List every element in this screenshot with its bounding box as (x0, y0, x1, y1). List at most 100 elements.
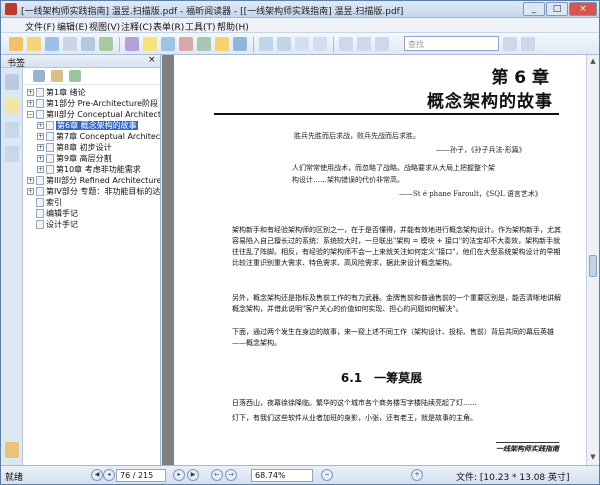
panel-close-icon[interactable]: × (148, 55, 156, 65)
menu-tools[interactable]: 工具(T) (185, 20, 216, 33)
bookmark-icon (46, 121, 54, 130)
scroll-thumb[interactable] (589, 255, 597, 277)
menu-form[interactable]: 表单(R) (153, 20, 184, 33)
note-icon[interactable] (215, 37, 229, 51)
bookmark-item[interactable]: + 第III部分 Refined Architecture (27, 175, 160, 186)
fit-width-icon[interactable] (313, 37, 327, 51)
zoom-in-status-icon[interactable]: + (411, 469, 423, 481)
delete-bookmark-icon[interactable] (33, 70, 45, 82)
section-heading: 6.1 一筹莫展 (340, 371, 423, 385)
bookmark-panel: 书签 × + 第1章 绪论 + 第1部分 Pre-Architecture阶段 − 第II… (1, 55, 161, 465)
minimize-button[interactable]: _ (523, 2, 545, 16)
bookmark-item[interactable]: + 第7章 Conceptual Architecture (37, 131, 160, 142)
hand-icon[interactable] (9, 37, 23, 51)
bookmark-label: 第1章 绪论 (46, 88, 86, 97)
expand-toggle-icon[interactable]: + (27, 177, 34, 184)
menu-comment[interactable]: 注释(C) (121, 20, 152, 33)
epigraph-2-line2: 构设计……架构错误的代价非常高。 (292, 176, 404, 184)
scroll-down-icon[interactable]: ▼ (587, 451, 599, 463)
zoom-in-icon[interactable] (259, 37, 273, 51)
zoom-out-status-icon[interactable]: − (321, 469, 333, 481)
bookmark-item[interactable]: 设计手记 (27, 219, 78, 230)
bookmark-item[interactable]: + 第10章 考虑非功能需求 (37, 164, 141, 175)
title-bar[interactable]: [一线架构师实践指南] 温昱.扫描版.pdf - 福昕阅读器 - [[一线架构师… (1, 1, 599, 18)
bookmark-icon (46, 143, 54, 152)
pen-icon[interactable] (125, 37, 139, 51)
fit-page-icon[interactable] (295, 37, 309, 51)
expand-toggle-icon[interactable]: + (37, 144, 44, 151)
prev-view-icon[interactable] (357, 37, 371, 51)
expand-toggle-icon[interactable]: + (27, 100, 34, 107)
bookmark-item[interactable]: 索引 (27, 197, 62, 208)
chapter-rule (214, 113, 559, 115)
image-icon[interactable] (99, 37, 113, 51)
pages-tab-icon[interactable] (5, 74, 19, 90)
prev-page-icon[interactable]: ◂ (103, 469, 115, 481)
highlight-icon[interactable] (143, 37, 157, 51)
open-icon[interactable] (27, 37, 41, 51)
scroll-up-icon[interactable]: ▲ (587, 55, 599, 67)
last-page-icon[interactable]: ▶ (187, 469, 199, 481)
rectangle-icon[interactable] (179, 37, 193, 51)
expand-toggle-icon[interactable]: + (27, 188, 34, 195)
bookmark-label: 设计手记 (46, 220, 78, 229)
bookmark-item[interactable]: + 第1章 绪论 (27, 87, 86, 98)
bookmark-item[interactable]: + 第6章 概念架构的故事 (37, 120, 138, 131)
attachment-icon[interactable] (197, 37, 211, 51)
epigraph-1: 胜兵先胜而后求战，败兵先战而后求胜。 (294, 132, 420, 140)
panel-header: 书签 × (1, 55, 160, 69)
expand-toggle-icon[interactable]: + (37, 155, 44, 162)
add-bookmark-icon[interactable] (51, 70, 63, 82)
link-icon[interactable] (161, 37, 175, 51)
pdf-page[interactable]: 第 6 章 概念架构的故事 胜兵先胜而后求战，败兵先战而后求胜。 ——孙子，《孙… (174, 55, 589, 465)
paragraph-1: 架构新手和有经验架构师的区别之一，在于是否懂得，并能有效地进行概念架构设计。作为… (232, 226, 561, 267)
back-icon[interactable]: ← (211, 469, 223, 481)
vertical-scrollbar[interactable]: ▲ ▼ (586, 55, 599, 465)
search-input[interactable]: 查找 (404, 36, 499, 51)
typewriter-icon[interactable] (233, 37, 247, 51)
expand-toggle-icon[interactable]: − (27, 111, 34, 118)
menu-view[interactable]: 视图(V) (89, 20, 120, 33)
expand-toggle-icon[interactable]: + (37, 133, 44, 140)
expand-toggle-icon[interactable]: + (37, 166, 44, 173)
forward-icon[interactable]: → (225, 469, 237, 481)
bookmark-icon (36, 187, 44, 196)
select-icon[interactable] (45, 37, 59, 51)
find-prev-icon[interactable] (521, 37, 535, 51)
comments-tab-icon[interactable] (5, 122, 19, 138)
rotate-icon[interactable] (339, 37, 353, 51)
bookmark-tree: + 第1章 绪论 + 第1部分 Pre-Architecture阶段 − 第II部分 Co… (23, 85, 160, 465)
expand-toggle-icon[interactable]: + (27, 89, 34, 96)
find-next-icon[interactable] (503, 37, 517, 51)
bookmark-item[interactable]: + 第8章 初步设计 (37, 142, 112, 153)
menu-help[interactable]: 帮助(H) (217, 20, 249, 33)
expand-bookmark-icon[interactable] (69, 70, 81, 82)
snapshot-icon[interactable] (81, 37, 95, 51)
layers-tab-icon[interactable] (5, 146, 19, 162)
bookmark-label: 索引 (46, 198, 62, 207)
bookmark-item[interactable]: 编辑手记 (27, 208, 78, 219)
menu-file[interactable]: 文件(F) (25, 20, 55, 33)
close-button[interactable]: × (569, 2, 597, 16)
menu-edit[interactable]: 编辑(E) (57, 20, 88, 33)
next-view-icon[interactable] (375, 37, 389, 51)
paragraph-5: 灯下，有我们这些软件从业者加班的身影，小张，还有老王，就是故事的主角。 (232, 414, 477, 422)
text-select-icon[interactable] (63, 37, 77, 51)
bookmark-icon (36, 88, 44, 97)
zoom-field[interactable]: 68.74% (251, 469, 313, 482)
bookmark-item[interactable]: + 第9章 高层分割 (37, 153, 112, 164)
first-page-icon[interactable]: ◀ (91, 469, 103, 481)
bookmarks-tab-icon[interactable] (5, 98, 19, 114)
window-title: [一线架构师实践指南] 温昱.扫描版.pdf - 福昕阅读器 - [[一线架构师… (21, 7, 404, 17)
attachments-tab-icon[interactable] (5, 442, 19, 458)
bookmark-item[interactable]: + 第IV部分 专题：非功能目标的达成 (27, 186, 160, 197)
bookmark-item[interactable]: + 第1部分 Pre-Architecture阶段 (27, 98, 158, 109)
panel-tab-strip (1, 68, 23, 465)
zoom-out-icon[interactable] (277, 37, 291, 51)
expand-toggle-icon[interactable]: + (37, 122, 44, 129)
next-page-icon[interactable]: ▸ (173, 469, 185, 481)
bookmark-item[interactable]: − 第II部分 Conceptual Architecture (27, 109, 160, 120)
chapter-number: 第 6 章 (491, 68, 549, 88)
maximize-button[interactable]: □ (546, 2, 568, 16)
page-number-field[interactable]: 76 / 215 (116, 469, 166, 482)
